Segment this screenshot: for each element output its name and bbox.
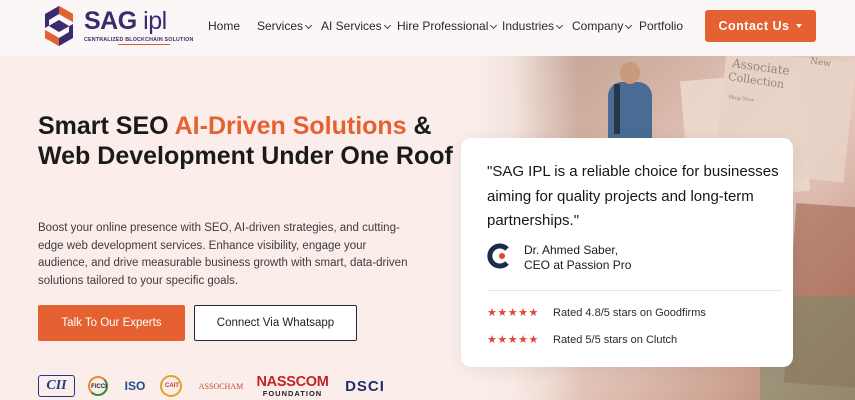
bg-person [600,56,660,146]
brand-logo[interactable]: SAG ipl CENTRALIZED BLOCKCHAIN SOLUTION [40,3,194,51]
talk-to-experts-button[interactable]: Talk To Our Experts [38,305,185,341]
nav-hire-professional[interactable]: Hire Professional [397,19,498,33]
cii-logo: CII [38,375,75,397]
contact-us-button[interactable]: Contact Us [705,10,816,42]
chevron-down-icon [625,21,633,30]
connect-whatsapp-button[interactable]: Connect Via Whatsapp [194,305,357,341]
logo-tagline: CENTRALIZED BLOCKCHAIN SOLUTION [84,37,194,43]
logo-underline [118,44,170,45]
testimonial-quote: "SAG IPL is a reliable choice for busine… [487,163,779,229]
caret-down-icon [796,24,803,28]
divider [487,290,782,291]
top-navbar: SAG ipl CENTRALIZED BLOCKCHAIN SOLUTION … [0,0,855,56]
chevron-down-icon [383,21,391,30]
nav-portfolio[interactable]: Portfolio [639,19,683,33]
nav-company[interactable]: Company [572,19,633,33]
chevron-down-icon [490,21,498,30]
nav-services[interactable]: Services [257,19,313,33]
hero-description: Boost your online presence with SEO, AI-… [38,222,408,287]
logo-wordmark: SAG ipl [84,7,167,35]
nav-industries[interactable]: Industries [502,19,564,33]
nav-home[interactable]: Home [208,19,240,33]
cait-logo: CAIT [160,375,184,397]
ficci-logo: FICCI [86,375,112,397]
chevron-down-icon [304,21,313,30]
hero-headline: Smart SEO AI-Driven Solutions & Web Deve… [38,112,453,170]
testimonial-card: "SAG IPL is a reliable choice for busine… [461,138,793,367]
nav-ai-services[interactable]: AI Services [321,19,391,33]
iso-logo: ISO [124,379,146,393]
chevron-down-icon [555,21,564,30]
stars-icon: ★★★★★ [487,307,539,319]
rating-goodfirms: ★★★★★ Rated 4.8/5 stars on Goodfirms [487,306,706,320]
logo-mark-icon [45,6,73,46]
nasscom-foundation-logo: NASSCOM FOUNDATION [256,373,329,398]
company-logo-icon [487,243,509,269]
assocham-logo: ASSOCHAM [198,381,244,391]
testimonial-author-name: Dr. Ahmed Saber, [524,243,619,257]
stars-icon: ★★★★★ [487,334,539,346]
rating-clutch: ★★★★★ Rated 5/5 stars on Clutch [487,333,678,347]
testimonial-author-role: CEO at Passion Pro [524,258,632,272]
dsci-logo: DSCI [345,377,385,395]
